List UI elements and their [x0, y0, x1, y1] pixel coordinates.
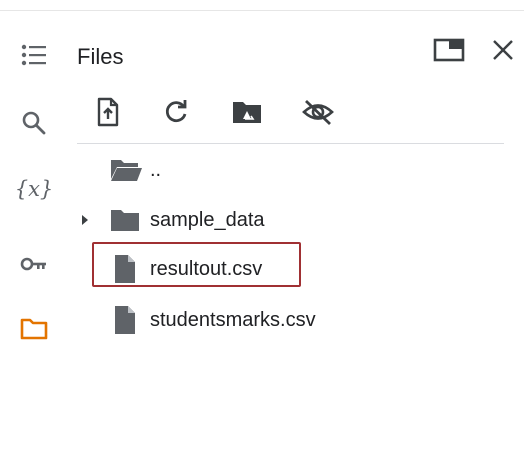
- search-icon: [22, 111, 46, 135]
- drive-folder-icon: [233, 102, 261, 123]
- rail-secrets-button[interactable]: [12, 242, 56, 286]
- toggle-hidden-files-button[interactable]: [298, 94, 338, 130]
- upload-button[interactable]: [88, 94, 128, 130]
- top-divider: [0, 10, 524, 11]
- tree-item-sample-data[interactable]: sample_data: [77, 198, 504, 242]
- refresh-button[interactable]: [156, 94, 196, 130]
- eye-off-icon: [302, 99, 334, 126]
- panel-title: Files: [77, 44, 124, 69]
- key-icon: [20, 257, 46, 271]
- tree-item-label: sample_data: [150, 208, 265, 231]
- close-button[interactable]: [486, 33, 520, 67]
- folder-outline-icon: [20, 318, 48, 340]
- tree-item-label: studentsmarks.csv: [150, 308, 316, 331]
- rail-variables-button[interactable]: {x}: [12, 167, 56, 211]
- tree-item-parent[interactable]: ..: [77, 148, 504, 192]
- file-icon: [113, 306, 149, 334]
- rail-search-button[interactable]: [12, 101, 56, 145]
- rail-files-button[interactable]: [12, 307, 56, 351]
- highlight-annotation-box: [92, 242, 301, 287]
- side-rail: {x}: [0, 0, 70, 452]
- folder-open-icon: [109, 156, 145, 184]
- close-icon: [493, 40, 513, 60]
- refresh-icon: [165, 100, 187, 123]
- tree-item-label: ..: [150, 158, 162, 181]
- move-to-tab-button[interactable]: [432, 33, 466, 67]
- expand-arrow-icon[interactable]: [77, 198, 93, 242]
- rail-table-of-contents-button[interactable]: [12, 33, 56, 77]
- variables-icon: {x}: [14, 177, 54, 201]
- upload-file-icon: [97, 97, 119, 127]
- window-icon: [433, 38, 465, 62]
- mount-drive-button[interactable]: [227, 94, 267, 130]
- list-icon: [21, 44, 46, 66]
- tree-divider: [77, 143, 504, 144]
- tree-item-studentsmarks-csv[interactable]: studentsmarks.csv: [77, 298, 504, 342]
- folder-icon: [109, 206, 145, 234]
